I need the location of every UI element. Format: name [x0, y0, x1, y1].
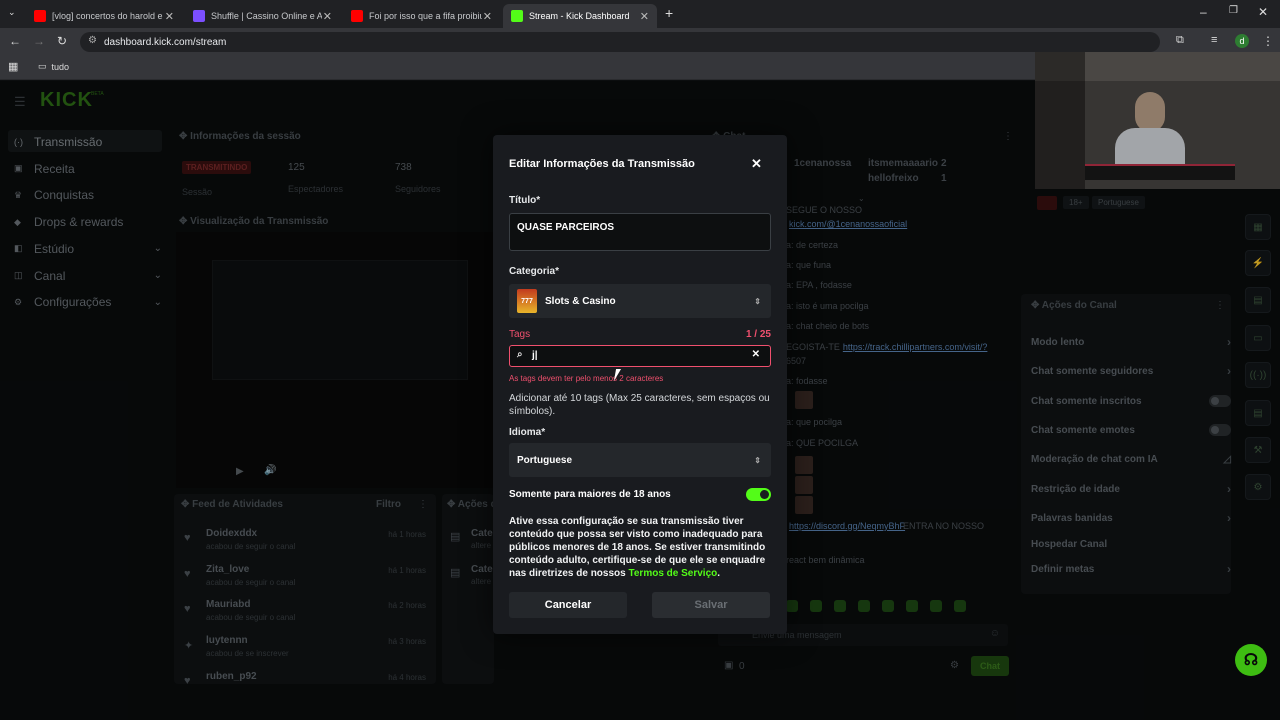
- tab-title: Stream - Kick Dashboard: [529, 11, 630, 21]
- bookmark-folder[interactable]: ▭ tudo: [38, 61, 69, 72]
- folder-icon: ▭: [38, 61, 47, 71]
- reload-icon[interactable]: ↻: [57, 34, 67, 48]
- browser-tab[interactable]: [vlog] concertos do harold e cl ✕: [26, 4, 182, 28]
- edit-stream-modal: Editar Informações da Transmissão ✕ Títu…: [493, 135, 787, 634]
- maximize-icon[interactable]: ❐: [1229, 5, 1238, 16]
- clear-tags-icon[interactable]: ✕: [752, 349, 760, 360]
- apps-icon[interactable]: ▦: [8, 60, 18, 73]
- close-window-icon[interactable]: ✕: [1258, 5, 1268, 19]
- browser-tab[interactable]: Foi por isso que a fifa proibiu a ✕: [343, 4, 500, 28]
- terms-link[interactable]: Termos de Serviço: [629, 568, 718, 579]
- tab-close-icon[interactable]: ✕: [323, 10, 332, 23]
- tab-title: [vlog] concertos do harold e cl: [52, 11, 164, 21]
- tags-error: As tags devem ter pelo menos 2 caractere…: [509, 374, 664, 383]
- forward-icon[interactable]: →: [33, 34, 45, 48]
- browser-tab[interactable]: Stream - Kick Dashboard ✕: [503, 4, 657, 28]
- tab-favicon-icon: [193, 10, 205, 22]
- tab-close-icon[interactable]: ✕: [640, 10, 649, 23]
- cancel-button[interactable]: Cancelar: [509, 592, 627, 618]
- title-input[interactable]: QUASE PARCEIROS: [509, 213, 771, 251]
- menu-icon[interactable]: ⋮: [1262, 34, 1274, 48]
- language-select[interactable]: Portuguese ⇕: [509, 443, 771, 477]
- tags-count: 1 / 25: [745, 329, 771, 340]
- tab-title: Foi por isso que a fifa proibiu a: [369, 11, 482, 21]
- language-label: Idioma*: [509, 427, 546, 438]
- tab-favicon-icon: [511, 10, 523, 22]
- browser-tab-bar: ⌄ [vlog] concertos do harold e cl ✕ Shuffl…: [0, 0, 1280, 28]
- category-select[interactable]: 777 Slots & Casino ⇕: [509, 284, 771, 318]
- select-arrows-icon: ⇕: [754, 296, 761, 306]
- tags-label: Tags: [509, 329, 531, 340]
- select-arrows-icon: ⇕: [754, 455, 761, 465]
- back-icon[interactable]: ←: [9, 34, 21, 48]
- browser-tab[interactable]: Shuffle | Cassino Online e Apo ✕: [185, 4, 340, 28]
- mature-toggle[interactable]: [746, 488, 771, 501]
- tab-title: Shuffle | Cassino Online e Apo: [211, 11, 322, 21]
- tags-help: Adicionar até 10 tags (Max 25 caracteres…: [509, 393, 770, 417]
- media-icon[interactable]: ≡: [1211, 34, 1217, 46]
- extensions-icon[interactable]: ⧉: [1176, 34, 1184, 47]
- tab-close-icon[interactable]: ✕: [483, 10, 492, 23]
- mature-label: Somente para maiores de 18 anos: [509, 489, 671, 500]
- minimize-icon[interactable]: –: [1200, 5, 1207, 19]
- close-icon[interactable]: ✕: [751, 156, 762, 172]
- profile-avatar[interactable]: d: [1235, 34, 1249, 48]
- url-text: dashboard.kick.com/stream: [104, 36, 227, 48]
- title-label: Título*: [509, 195, 541, 206]
- new-tab-button[interactable]: +: [665, 5, 673, 21]
- tab-favicon-icon: [34, 10, 46, 22]
- url-field[interactable]: ⚙ dashboard.kick.com/stream: [80, 32, 1160, 52]
- slots-category-icon: 777: [517, 289, 537, 313]
- modal-title: Editar Informações da Transmissão: [509, 158, 695, 170]
- site-info-icon[interactable]: ⚙: [88, 35, 97, 46]
- tags-input[interactable]: ⌕ j| ✕: [509, 345, 771, 367]
- tab-close-icon[interactable]: ✕: [165, 10, 174, 23]
- category-label: Categoria*: [509, 266, 560, 277]
- save-button[interactable]: Salvar: [652, 592, 770, 618]
- search-icon: ⌕: [517, 349, 523, 360]
- tab-search-icon[interactable]: ⌄: [8, 7, 16, 18]
- tab-favicon-icon: [351, 10, 363, 22]
- mature-description: Ative essa configuração se sua transmiss…: [509, 516, 766, 579]
